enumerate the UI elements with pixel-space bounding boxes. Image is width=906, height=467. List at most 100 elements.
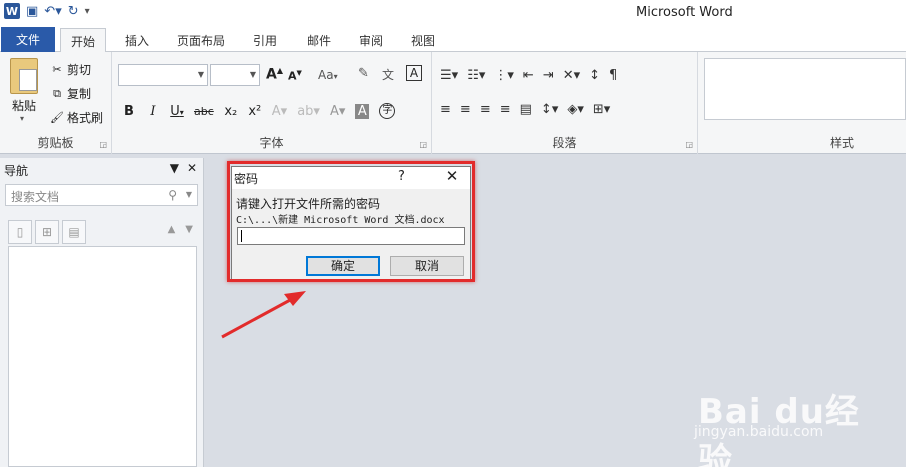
align-center-icon[interactable]: ≡ <box>460 102 471 117</box>
paste-button[interactable]: 粘贴 <box>12 97 36 114</box>
nav-close-icon[interactable]: ✕ <box>187 161 197 175</box>
undo-icon[interactable]: ↶▾ <box>44 4 61 19</box>
paragraph-row-2: ≡ ≡ ≡ ≡ ▤ ↕▾ ◈▾ ⊞▾ <box>440 102 610 117</box>
paste-icon[interactable] <box>10 58 38 94</box>
tab-mailings[interactable]: 邮件 <box>300 28 338 52</box>
dialog-title: 密码 <box>234 172 259 186</box>
font-group: ▼ ▼ A▲ A▼ Aa▾ ✎ 文 A B I U▾ abc x₂ x² A▾ … <box>112 52 432 154</box>
arrow-head <box>284 291 306 306</box>
help-icon[interactable]: ? <box>398 169 405 184</box>
paragraph-group-label: 段落 <box>552 136 577 150</box>
bold-button[interactable]: B <box>122 104 136 119</box>
password-input[interactable] <box>237 227 465 245</box>
justify-icon[interactable]: ≡ <box>500 102 511 117</box>
dialog-prompt: 请键入打开文件所需的密码 <box>236 197 381 211</box>
font-size-select[interactable]: ▼ <box>210 64 260 86</box>
tab-home[interactable]: 开始 <box>60 28 106 53</box>
font-name-select[interactable]: ▼ <box>118 64 208 86</box>
format-painter-label: 格式刷 <box>67 111 104 125</box>
chinese-layout-icon[interactable]: ✕▾ <box>563 68 580 83</box>
next-icon[interactable]: ▼ <box>185 224 193 235</box>
superscript-button[interactable]: x² <box>248 104 262 119</box>
underline-button[interactable]: U▾ <box>170 104 184 119</box>
dialog-titlebar: 密码 ? ✕ <box>232 167 470 189</box>
strikethrough-button[interactable]: abc <box>194 105 214 118</box>
customize-qat-icon[interactable]: ▾ <box>85 6 90 17</box>
font-color-icon[interactable]: A▾ <box>330 104 345 119</box>
ribbon-tabs: 文件 开始 插入 页面布局 引用 邮件 审阅 视图 <box>0 26 906 53</box>
decrease-indent-icon[interactable]: ⇤ <box>523 68 534 83</box>
close-icon[interactable]: ✕ <box>440 167 464 185</box>
nav-view-tabs: ▯ ⊞ ▤ <box>8 220 86 244</box>
font-launcher-icon[interactable]: ◲ <box>419 140 427 149</box>
copy-icon: ⧉ <box>53 86 61 100</box>
change-case-button[interactable]: Aa▾ <box>318 68 338 82</box>
tab-file[interactable]: 文件 <box>1 27 55 52</box>
bullets-icon[interactable]: ☰▾ <box>440 68 458 83</box>
nav-menu-icon[interactable]: ▼ <box>170 161 179 175</box>
line-spacing-icon[interactable]: ↕▾ <box>541 102 558 117</box>
nav-search-placeholder: 搜索文档 <box>11 190 60 204</box>
clipboard-group: 粘贴 ▾ ✂ 剪切 ⧉ 复制 🖌 格式刷 剪贴板 ◲ <box>0 52 112 154</box>
tab-insert[interactable]: 插入 <box>118 28 156 52</box>
tab-page-layout[interactable]: 页面布局 <box>172 28 230 52</box>
text-caret <box>241 230 242 242</box>
increase-indent-icon[interactable]: ⇥ <box>543 68 554 83</box>
cancel-button[interactable]: 取消 <box>390 256 464 276</box>
multilevel-list-icon[interactable]: ⋮▾ <box>494 68 514 83</box>
grow-font-button[interactable]: A▲ <box>266 66 283 83</box>
cut-label: 剪切 <box>67 63 92 77</box>
format-painter-button[interactable]: 🖌 格式刷 <box>50 109 103 126</box>
watermark-url: jingyan.baidu.com <box>694 424 824 440</box>
char-border-icon[interactable]: A <box>406 65 422 81</box>
pages-view-icon[interactable]: ⊞ <box>35 220 59 244</box>
ok-button[interactable]: 确定 <box>306 256 380 276</box>
nav-results-list <box>8 246 197 467</box>
shading-icon[interactable]: ◈▾ <box>567 102 584 117</box>
nav-search-input[interactable]: 搜索文档 ⚲ ▼ <box>5 184 198 206</box>
paragraph-row-1: ☰▾ ☷▾ ⋮▾ ⇤ ⇥ ✕▾ ↕ ¶ <box>440 68 617 83</box>
tab-review[interactable]: 审阅 <box>352 28 390 52</box>
results-view-icon[interactable]: ▤ <box>62 220 86 244</box>
highlight-icon[interactable]: ab▾ <box>297 104 320 119</box>
subscript-button[interactable]: x₂ <box>224 104 238 119</box>
phonetic-guide-icon[interactable]: 文 <box>382 66 394 83</box>
borders-icon[interactable]: ⊞▾ <box>593 102 610 117</box>
numbering-icon[interactable]: ☷▾ <box>467 68 485 83</box>
title-bar: W ▣ ↶▾ ↻ ▾ Microsoft Word <box>0 0 906 26</box>
cut-button[interactable]: ✂ 剪切 <box>50 61 91 78</box>
shrink-font-button[interactable]: A▼ <box>288 69 302 83</box>
clipboard-launcher-icon[interactable]: ◲ <box>99 140 107 149</box>
show-marks-icon[interactable]: ¶ <box>609 68 617 83</box>
scissors-icon: ✂ <box>52 62 62 76</box>
headings-view-icon[interactable]: ▯ <box>8 220 32 244</box>
paragraph-group: ☰▾ ☷▾ ⋮▾ ⇤ ⇥ ✕▾ ↕ ¶ ≡ ≡ ≡ ≡ ▤ ↕▾ ◈▾ ⊞▾ 段… <box>432 52 698 154</box>
chevron-down-icon: ▼ <box>249 70 256 79</box>
sort-icon[interactable]: ↕ <box>589 68 600 83</box>
change-case-label: Aa <box>318 68 334 82</box>
paste-dropdown-icon[interactable]: ▾ <box>20 114 24 123</box>
paragraph-launcher-icon[interactable]: ◲ <box>685 140 693 149</box>
dialog-file-path: C:\...\新建 Microsoft Word 文档.docx <box>236 215 445 226</box>
align-left-icon[interactable]: ≡ <box>440 102 451 117</box>
char-shading-icon[interactable]: A <box>355 103 370 119</box>
styles-gallery[interactable] <box>704 58 906 120</box>
ribbon: 粘贴 ▾ ✂ 剪切 ⧉ 复制 🖌 格式刷 剪贴板 ◲ ▼ ▼ A▲ A▼ Aa▾… <box>0 52 906 154</box>
password-dialog: 密码 ? ✕ 请键入打开文件所需的密码 C:\...\新建 Microsoft … <box>231 166 471 280</box>
chevron-down-icon[interactable]: ▼ <box>186 190 192 199</box>
save-icon[interactable]: ▣ <box>26 4 38 19</box>
grow-font-label: A <box>266 66 277 83</box>
previous-icon[interactable]: ▲ <box>168 224 176 235</box>
distributed-icon[interactable]: ▤ <box>520 102 532 117</box>
nav-tools: ▼ ✕ <box>170 161 197 175</box>
tab-references[interactable]: 引用 <box>246 28 284 52</box>
clear-format-icon[interactable]: ✎ <box>358 66 369 81</box>
italic-button[interactable]: I <box>146 104 160 119</box>
tab-view[interactable]: 视图 <box>404 28 442 52</box>
text-effects-icon[interactable]: A▾ <box>272 104 287 119</box>
align-right-icon[interactable]: ≡ <box>480 102 491 117</box>
enclose-char-icon[interactable]: 字 <box>379 103 396 119</box>
search-icon[interactable]: ⚲ <box>168 188 177 202</box>
copy-button[interactable]: ⧉ 复制 <box>50 85 91 102</box>
redo-icon[interactable]: ↻ <box>68 4 79 19</box>
